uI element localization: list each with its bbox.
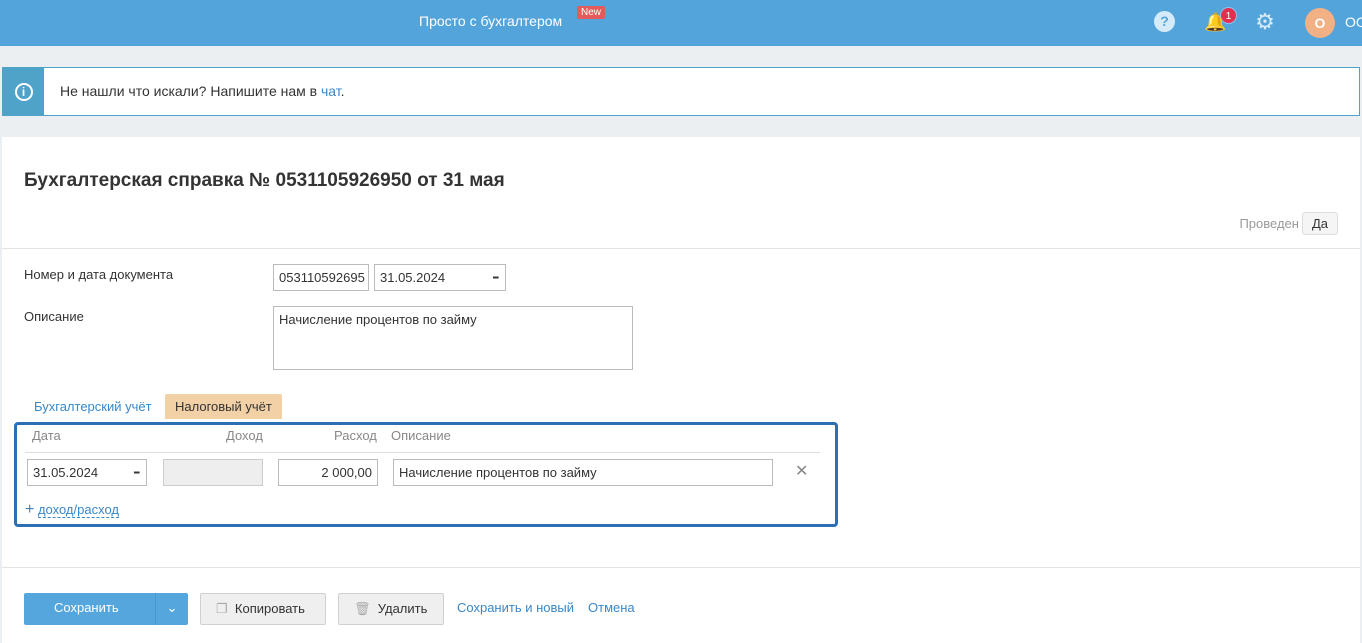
avatar[interactable]: О <box>1305 8 1335 38</box>
row-income-input <box>163 459 263 486</box>
page-title: Бухгалтерская справка № 0531105926950 от… <box>24 170 505 191</box>
info-icon: i <box>3 68 44 115</box>
entries-table: Дата Доход Расход Описание 31.05.2024 ▪▪▪… <box>14 422 838 527</box>
tab-tax[interactable]: Налоговый учёт <box>165 394 282 419</box>
divider <box>2 567 1360 568</box>
posted-status: Проведен Да <box>1239 212 1338 235</box>
col-expense: Расход <box>334 428 377 443</box>
plus-icon: + <box>25 501 35 518</box>
info-banner: i Не нашли что искали? Напишите нам в ча… <box>2 67 1360 116</box>
number-label: Номер и дата документа <box>24 267 174 282</box>
add-entry-link[interactable]: + доход/расход <box>25 501 119 519</box>
row-date-input[interactable]: 31.05.2024 ▪▪▪ <box>27 459 147 486</box>
new-badge: New <box>577 6 606 19</box>
trash-icon: 🗑 <box>354 601 371 616</box>
number-input[interactable]: 053110592695 <box>273 264 369 291</box>
copy-button[interactable]: ❐ Копировать <box>200 593 326 625</box>
cancel-link[interactable]: Отмена <box>588 600 635 615</box>
col-description: Описание <box>391 428 451 443</box>
calendar-icon[interactable]: ▪▪▪ <box>133 468 139 477</box>
col-date: Дата <box>32 428 61 443</box>
user-name[interactable]: ОО <box>1345 14 1362 30</box>
divider <box>2 248 1360 249</box>
info-end: . <box>340 83 345 99</box>
delete-button[interactable]: 🗑 Удалить <box>338 593 444 625</box>
save-button[interactable]: Сохранить ⌄ <box>24 593 188 625</box>
posted-toggle[interactable]: Да <box>1301 212 1338 235</box>
calendar-icon[interactable]: ▪▪▪ <box>492 273 498 282</box>
save-dropdown-chevron-icon[interactable]: ⌄ <box>155 593 188 625</box>
notification-badge: 1 <box>1220 7 1237 24</box>
tab-accounting[interactable]: Бухгалтерский учёт <box>24 394 162 419</box>
remove-row-icon[interactable]: ✕ <box>795 461 808 481</box>
header-divider <box>25 452 820 453</box>
description-label: Описание <box>24 309 84 324</box>
col-income: Доход <box>226 428 263 443</box>
help-icon[interactable]: ? <box>1154 11 1175 32</box>
brand-title[interactable]: Просто с бухгалтером <box>419 13 562 29</box>
copy-icon: ❐ <box>216 601 228 616</box>
top-bar: Просто с бухгалтером New ? 🔔 1 ⚙ О ОО <box>0 0 1362 46</box>
info-text: Не нашли что искали? Напишите нам в <box>60 83 321 99</box>
document-card: Бухгалтерская справка № 0531105926950 от… <box>2 137 1360 643</box>
row-expense-input[interactable]: 2 000,00 <box>278 459 378 486</box>
date-input[interactable]: 31.05.2024 ▪▪▪ <box>374 264 506 291</box>
save-and-new-link[interactable]: Сохранить и новый <box>457 600 574 615</box>
row-description-input[interactable]: Начисление процентов по займу <box>393 459 773 486</box>
gear-icon[interactable]: ⚙ <box>1254 11 1276 33</box>
posted-label: Проведен <box>1239 216 1299 231</box>
chat-link[interactable]: чат <box>321 83 341 99</box>
description-textarea[interactable]: Начисление процентов по займу <box>273 306 633 370</box>
